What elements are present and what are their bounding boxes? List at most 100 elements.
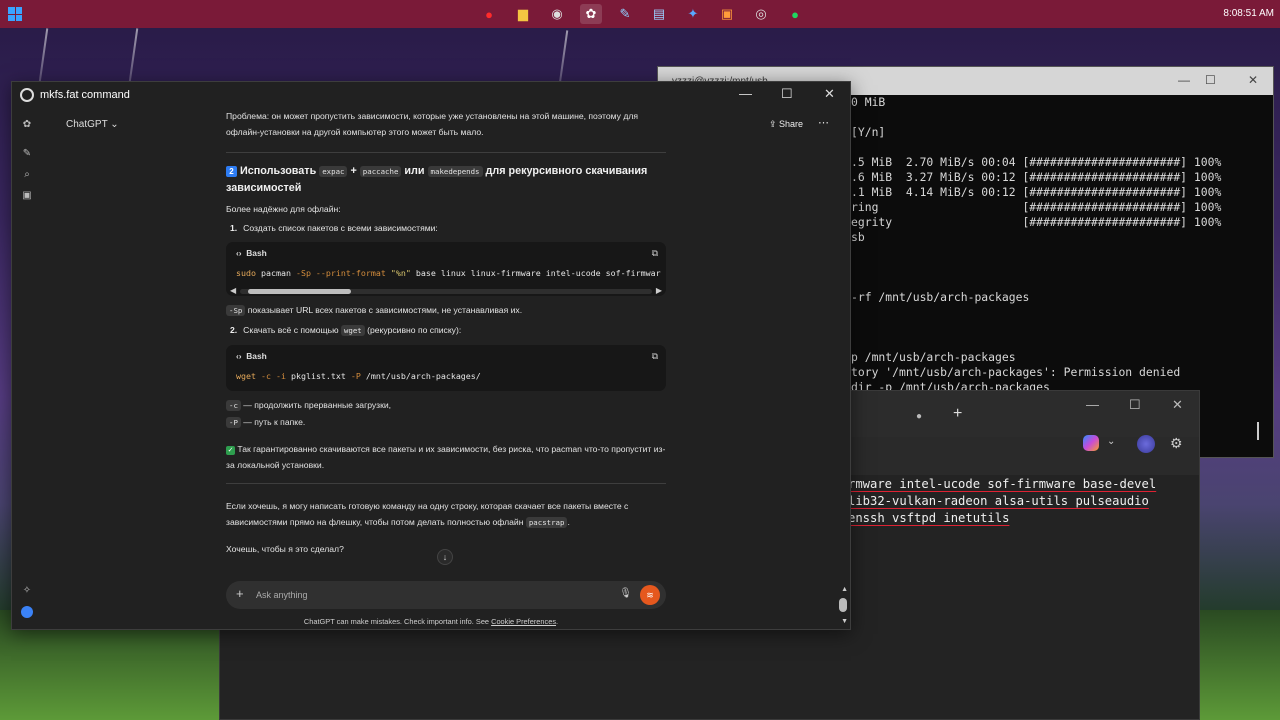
share-button[interactable]: ⇪ Share [769, 119, 803, 130]
terminal-line: enssh vsftpd inetutils [848, 511, 1010, 525]
microphone-icon[interactable]: 🎙 [619, 588, 632, 599]
chatgpt-logo-icon [20, 88, 34, 102]
new-tab-icon[interactable]: + [953, 405, 962, 423]
model-selector[interactable]: ChatGPT ⌄ [66, 119, 119, 130]
start-button[interactable] [8, 7, 22, 21]
chrome-icon[interactable]: ◎ [750, 4, 772, 24]
horizontal-scrollbar[interactable]: ◀ ▶ [230, 286, 662, 296]
tab-dot-icon[interactable]: ● [916, 411, 922, 422]
message-paragraph: -P — путь к папке. [226, 414, 666, 431]
paint-icon[interactable]: ✎ [614, 4, 636, 24]
code-text[interactable]: sudo pacman -Sp --print-format "%n" base… [226, 264, 666, 286]
footer-disclaimer: ChatGPT can make mistakes. Check importa… [12, 617, 850, 626]
avatar[interactable] [1137, 435, 1155, 453]
list-text: Создать список пакетов с всеми зависимос… [243, 223, 438, 233]
terminal-line: egrity [######################] 100% [851, 215, 1222, 229]
message-paragraph: Проблема: он может пропустить зависимост… [226, 111, 639, 137]
office-icon[interactable]: ▣ [716, 4, 738, 24]
list-text: Скачать всё с помощью wget (рекурсивно п… [243, 322, 461, 339]
library-icon[interactable]: ▣ [21, 190, 33, 202]
maximize-icon[interactable]: ☐ [781, 86, 793, 102]
search-icon[interactable]: ⌕ [21, 169, 33, 181]
list-item: 1. Создать список пакетов с всеми зависи… [226, 220, 666, 236]
terminal-line: .5 MiB 2.70 MiB/s 00:04 [###############… [851, 155, 1222, 169]
code-token: "%n" [385, 268, 411, 278]
close-icon[interactable]: ✕ [1248, 73, 1258, 87]
code-language: Bash [246, 351, 267, 361]
taskbar-icons: ● ▆ ◉ ✿ ✎ ▤ ✦ ▣ ◎ ● [478, 4, 806, 24]
number-badge: 2 [226, 166, 237, 177]
obs-icon[interactable]: ◉ [546, 4, 568, 24]
sparkle-icon[interactable]: ✧ [21, 585, 33, 597]
copilot-icon[interactable] [1083, 435, 1099, 451]
input-placeholder[interactable]: Ask anything [256, 590, 308, 600]
inline-code: expac [319, 166, 348, 177]
close-icon[interactable]: ✕ [824, 86, 835, 102]
minimize-icon[interactable]: — [1178, 73, 1190, 87]
section-heading: 2 Использовать expac + paccache или make… [226, 163, 666, 196]
code-token: pkglist.txt [285, 371, 351, 381]
scroll-right-icon[interactable]: ▶ [656, 286, 662, 295]
chevron-down-icon[interactable]: ⌄ [1107, 436, 1115, 447]
scroll-down-button[interactable]: ↓ [437, 549, 453, 565]
window-titlebar[interactable]: mkfs.fat command — ☐ ✕ [12, 82, 850, 108]
notes-icon[interactable]: ▤ [648, 4, 670, 24]
terminal-line: lib32-vulkan-radeon alsa-utils pulseaudi… [848, 494, 1149, 508]
scroll-up-icon[interactable]: ▲ [841, 586, 848, 593]
inline-code: -P [226, 417, 241, 428]
terminal-line: sb [851, 230, 865, 244]
sidebar: ✿ ✎ ⌕ ▣ ✧ [12, 108, 42, 628]
code-text[interactable]: wget -c -i pkglist.txt -P /mnt/usb/arch-… [226, 367, 666, 391]
chatgpt-icon[interactable]: ✿ [580, 4, 602, 24]
paragraph-text: . [567, 517, 570, 527]
scroll-down-icon[interactable]: ▼ [841, 618, 848, 625]
message-paragraph: -Sp показывает URL всех пакетов с зависи… [226, 302, 666, 319]
heading-text: + [350, 165, 357, 177]
code-header: ‹› Bash [236, 351, 267, 361]
scroll-left-icon[interactable]: ◀ [230, 286, 236, 295]
chatgpt-logo-icon[interactable]: ✿ [21, 119, 33, 131]
minimize-icon[interactable]: — [739, 86, 752, 101]
list-number: 2. [230, 325, 238, 335]
vs-icon[interactable]: ✦ [682, 4, 704, 24]
gear-icon[interactable]: ⚙ [1170, 435, 1183, 452]
code-token: wget [236, 371, 256, 381]
terminal-line: .1 MiB 4.14 MiB/s 00:12 [###############… [851, 185, 1222, 199]
copy-icon[interactable]: ⧉ [652, 248, 658, 259]
scrollbar[interactable] [1257, 422, 1259, 440]
heading-text: Использовать [240, 165, 317, 177]
list-text-part: Скачать всё с помощью [243, 325, 339, 335]
opera-icon[interactable]: ● [478, 4, 500, 24]
list-item: 2. Скачать всё с помощью wget (рекурсивн… [226, 322, 666, 339]
add-icon[interactable]: + [236, 586, 244, 601]
minimize-icon[interactable]: — [1086, 397, 1099, 412]
voice-mode-button[interactable]: ≋ [640, 585, 660, 605]
spotify-icon[interactable]: ● [784, 4, 806, 24]
maximize-icon[interactable]: ☐ [1205, 73, 1216, 87]
code-block: ‹› Bash ⧉ wget -c -i pkglist.txt -P /mnt… [226, 345, 666, 391]
new-chat-icon[interactable]: ✎ [21, 148, 33, 160]
more-options-icon[interactable]: ⋯ [818, 116, 829, 129]
scrollbar[interactable] [839, 598, 847, 612]
terminal-line: p /mnt/usb/arch-packages [851, 350, 1016, 364]
code-token: pacman [255, 268, 296, 278]
scroll-thumb[interactable] [248, 289, 351, 294]
inline-code: wget [340, 325, 365, 336]
list-number: 1. [230, 223, 238, 233]
copy-icon[interactable]: ⧉ [652, 351, 658, 362]
footer-text: . [556, 617, 559, 626]
close-icon[interactable]: ✕ [1172, 397, 1183, 413]
cookie-preferences-link[interactable]: Cookie Preferences [491, 617, 556, 626]
share-label: Share [779, 119, 804, 129]
inline-code: -c [226, 400, 241, 411]
maximize-icon[interactable]: ☐ [1129, 397, 1141, 413]
message-paragraph: Более надёжно для офлайн: [226, 204, 341, 214]
chat-input[interactable]: + Ask anything 🎙 ≋ [226, 581, 666, 609]
files-icon[interactable]: ▆ [512, 4, 534, 24]
code-token: base linux linux-firmware intel-ucode so… [410, 268, 661, 278]
